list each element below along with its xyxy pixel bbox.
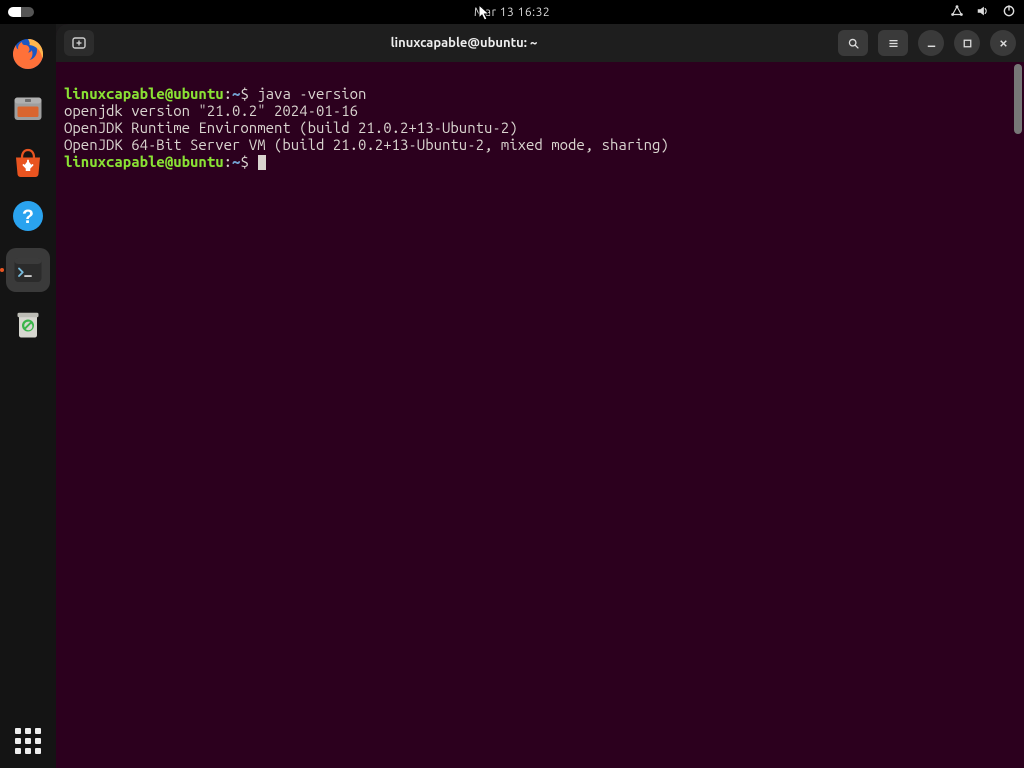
close-icon xyxy=(997,37,1010,50)
maximize-icon xyxy=(961,37,974,50)
prompt-dollar: $ xyxy=(240,85,248,102)
help-icon: ? xyxy=(10,198,46,234)
trash-icon xyxy=(10,306,46,342)
network-icon[interactable] xyxy=(950,4,964,21)
new-tab-button[interactable] xyxy=(64,30,94,56)
power-icon[interactable] xyxy=(1002,4,1016,21)
dock: ? xyxy=(0,24,56,768)
system-status-area[interactable] xyxy=(950,4,1016,21)
search-button[interactable] xyxy=(838,30,868,56)
terminal-icon xyxy=(10,252,46,288)
dock-app-software[interactable] xyxy=(6,140,50,184)
activities-button[interactable] xyxy=(8,7,34,17)
terminal-scrollbar[interactable] xyxy=(1014,62,1022,768)
prompt-line-2: linuxcapable@ubuntu:~$ xyxy=(64,153,266,170)
dock-app-terminal[interactable] xyxy=(6,248,50,292)
prompt-line: linuxcapable@ubuntu:~$ java -version xyxy=(64,85,366,102)
dock-app-firefox[interactable] xyxy=(6,32,50,76)
clock[interactable]: Mar 13 16:32 xyxy=(474,6,550,19)
dock-app-help[interactable]: ? xyxy=(6,194,50,238)
terminal-window: linuxcapable@ubuntu: ~ linuxcapable@ubun… xyxy=(56,24,1024,768)
prompt-host: ubuntu xyxy=(173,85,223,102)
apps-grid-icon xyxy=(15,728,41,754)
svg-text:?: ? xyxy=(22,206,34,228)
output-line-0: openjdk version "21.0.2" 2024-01-16 xyxy=(64,102,358,119)
output-line-1: OpenJDK Runtime Environment (build 21.0.… xyxy=(64,119,518,136)
software-store-icon xyxy=(10,144,46,180)
maximize-button[interactable] xyxy=(954,30,980,56)
hamburger-icon xyxy=(887,37,900,50)
dock-app-files[interactable] xyxy=(6,86,50,130)
scrollbar-thumb[interactable] xyxy=(1014,64,1022,134)
command-text: java -version xyxy=(257,85,366,102)
new-tab-icon xyxy=(71,35,87,51)
titlebar: linuxcapable@ubuntu: ~ xyxy=(56,24,1024,62)
terminal-body[interactable]: linuxcapable@ubuntu:~$ java -version ope… xyxy=(56,62,1024,768)
output-line-2: OpenJDK 64-Bit Server VM (build 21.0.2+1… xyxy=(64,136,669,153)
prompt-colon: : xyxy=(224,85,232,102)
search-icon xyxy=(847,37,860,50)
window-title: linuxcapable@ubuntu: ~ xyxy=(100,36,828,50)
dock-app-trash[interactable] xyxy=(6,302,50,346)
prompt-user: linuxcapable xyxy=(64,85,165,102)
gnome-topbar: Mar 13 16:32 xyxy=(0,0,1024,24)
volume-icon[interactable] xyxy=(976,4,990,21)
close-button[interactable] xyxy=(990,30,1016,56)
minimize-button[interactable] xyxy=(918,30,944,56)
firefox-icon xyxy=(10,36,46,72)
files-icon xyxy=(10,90,46,126)
hamburger-menu-button[interactable] xyxy=(878,30,908,56)
show-applications-button[interactable] xyxy=(0,728,56,754)
terminal-cursor xyxy=(258,155,266,170)
prompt-at: @ xyxy=(165,85,173,102)
minimize-icon xyxy=(925,37,938,50)
